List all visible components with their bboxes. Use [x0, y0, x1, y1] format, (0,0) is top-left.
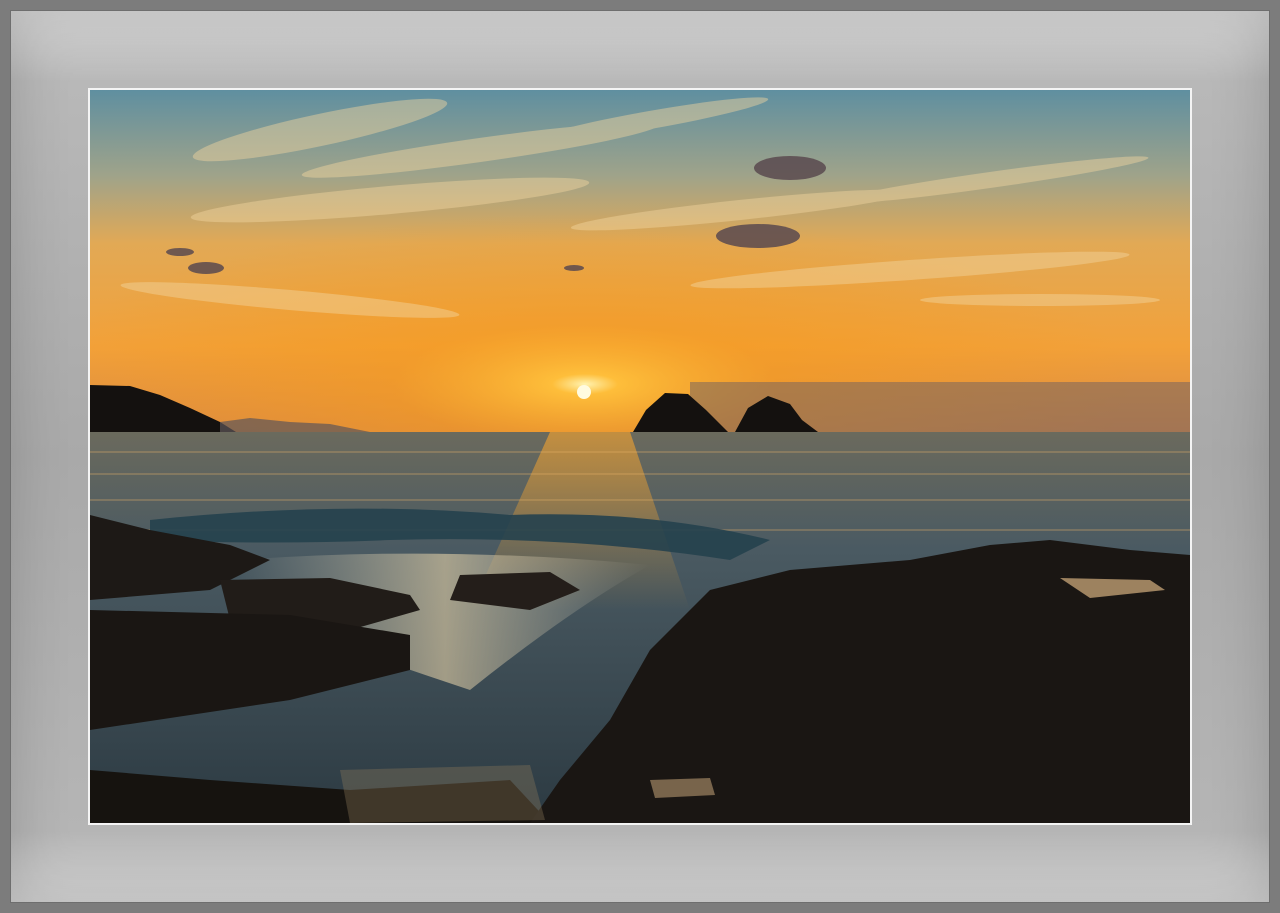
picture-mat: [10, 10, 1270, 903]
sunset-seascape: [90, 90, 1190, 823]
sun: [577, 385, 591, 399]
wet-sand: [340, 765, 545, 823]
photo: [88, 88, 1192, 825]
outer-frame: [0, 0, 1280, 913]
tide-pool-small: [650, 778, 715, 798]
